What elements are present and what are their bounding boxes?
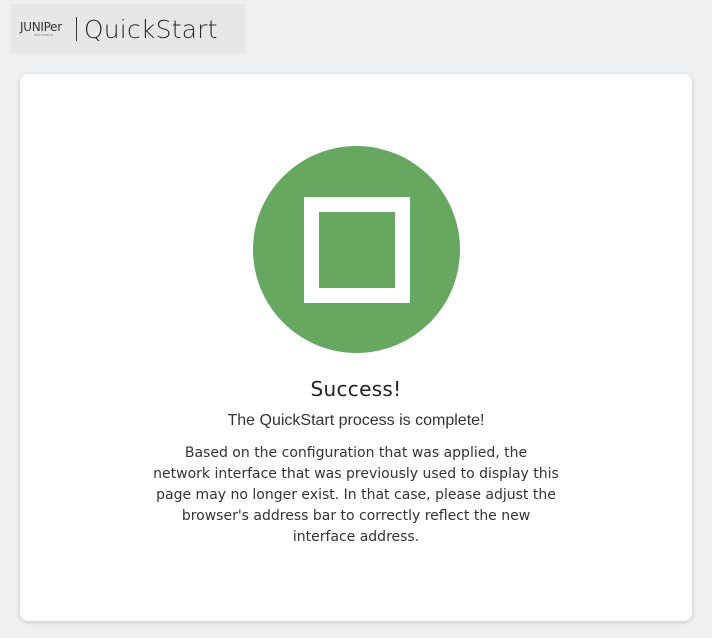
logo-wordmark: JUNIPer: [20, 20, 62, 34]
juniper-logo: JUNIPer NETWORKS: [20, 21, 62, 37]
message-line: browser's address bar to correctly refle…: [181, 508, 531, 524]
success-square-icon: [303, 196, 410, 303]
message-line: network interface that was previously us…: [153, 466, 559, 482]
message-line: page may no longer exist. In that case, …: [156, 487, 556, 503]
app-title: QuickStart: [83, 14, 218, 44]
header-divider: [75, 17, 77, 41]
message-line: interface address.: [292, 529, 420, 545]
message-line: Based on the configuration that was appl…: [184, 445, 528, 461]
success-title: Success!: [310, 377, 402, 401]
success-subtitle: The QuickStart process is complete!: [227, 412, 485, 429]
success-message: Based on the configuration that was appl…: [136, 443, 576, 548]
success-status-icon: [253, 146, 460, 353]
logo-subtext: NETWORKS: [34, 33, 53, 37]
header-bar: JUNIPer NETWORKS QuickStart: [10, 4, 246, 54]
result-card: Success! The QuickStart process is compl…: [20, 74, 692, 621]
